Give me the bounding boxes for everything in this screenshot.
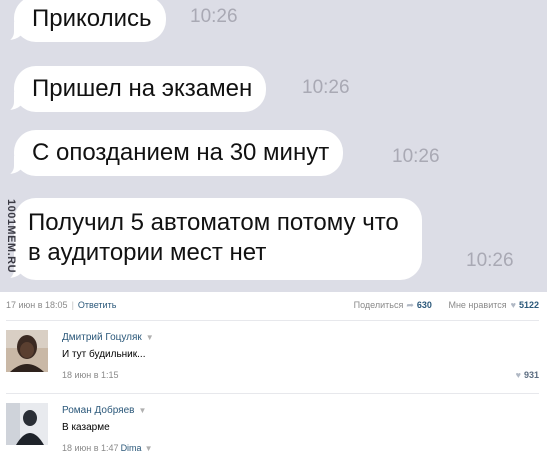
chevron-down-icon[interactable]: ▼ bbox=[145, 444, 153, 453]
like-button[interactable]: Мне нравится ♥ 5122 bbox=[448, 300, 539, 310]
comment-date-link[interactable]: 18 июн в 1:47 bbox=[62, 443, 119, 453]
like-count: 5122 bbox=[518, 300, 539, 310]
avatar[interactable] bbox=[6, 330, 48, 372]
comment-item: Роман Добряев ▼ В казарме 18 июн в 1:47 Di… bbox=[0, 395, 547, 461]
message-text: Получил 5 автоматом потому что в аудитор… bbox=[28, 209, 399, 266]
message-text: Приколись bbox=[32, 5, 152, 32]
like-label: Мне нравится bbox=[448, 300, 507, 310]
author-name: Дмитрий Гоцуляк bbox=[62, 332, 142, 343]
heart-icon: ♥ bbox=[510, 300, 516, 310]
message-bubble: Получил 5 автоматом потому что в аудитор… bbox=[2, 198, 422, 280]
message-time: 10:26 bbox=[466, 250, 514, 271]
heart-icon: ♥ bbox=[515, 370, 521, 380]
share-label: Поделиться bbox=[353, 300, 404, 310]
post-meta-left: 17 июн в 18:05 | Ответить bbox=[6, 300, 116, 310]
message-text: С опозданием на 30 минут bbox=[32, 139, 330, 166]
divider bbox=[6, 393, 539, 394]
post-meta-right: Поделиться ➦ 630 Мне нравится ♥ 5122 bbox=[354, 300, 539, 311]
post-date[interactable]: 17 июн в 18:05 bbox=[6, 300, 68, 310]
author-name: Роман Добряев bbox=[62, 405, 135, 416]
site-watermark: 1001MEM.RU bbox=[0, 176, 22, 292]
message-time: 10:26 bbox=[302, 77, 350, 98]
message-time: 10:26 bbox=[190, 6, 238, 27]
comment-date[interactable]: 18 июн в 1:15 bbox=[62, 370, 119, 380]
share-count: 630 bbox=[416, 300, 432, 310]
comment-text: И тут будильник... bbox=[62, 349, 146, 360]
chevron-down-icon[interactable]: ▼ bbox=[138, 406, 146, 415]
share-icon: ➦ bbox=[406, 300, 414, 310]
watermark-text: 1001MEM.RU bbox=[5, 198, 18, 274]
avatar[interactable] bbox=[6, 403, 48, 445]
share-button[interactable]: Поделиться ➦ 630 bbox=[354, 300, 432, 310]
divider bbox=[6, 320, 539, 321]
separator: | bbox=[71, 300, 74, 310]
chat-screenshot: Приколись 10:26 Пришел на экзамен 10:26 … bbox=[0, 0, 547, 292]
comment-date: 18 июн в 1:47 Dima ▼ bbox=[62, 443, 153, 453]
message-bubble: С опозданием на 30 минут bbox=[1, 130, 344, 176]
message-bubble: Пришел на экзамен bbox=[1, 66, 267, 112]
message-time: 10:26 bbox=[392, 146, 440, 167]
comment-author[interactable]: Роман Добряев ▼ bbox=[62, 405, 146, 416]
reply-to-name[interactable]: Dima bbox=[121, 443, 142, 453]
post-meta-bar: 17 июн в 18:05 | Ответить Поделиться ➦ 630 М… bbox=[0, 294, 547, 318]
reply-link[interactable]: Ответить bbox=[78, 300, 116, 310]
message-text: Пришел на экзамен bbox=[32, 75, 253, 102]
chevron-down-icon[interactable]: ▼ bbox=[146, 333, 154, 342]
message-bubble: Приколись bbox=[2, 0, 166, 42]
comment-text: В казарме bbox=[62, 422, 110, 433]
comment-item: Дмитрий Гоцуляк ▼ И тут будильник... 18 и… bbox=[0, 322, 547, 388]
comment-like-button[interactable]: ♥ 931 bbox=[516, 370, 539, 380]
comment-author[interactable]: Дмитрий Гоцуляк ▼ bbox=[62, 332, 154, 343]
comment-like-count: 931 bbox=[523, 370, 539, 380]
